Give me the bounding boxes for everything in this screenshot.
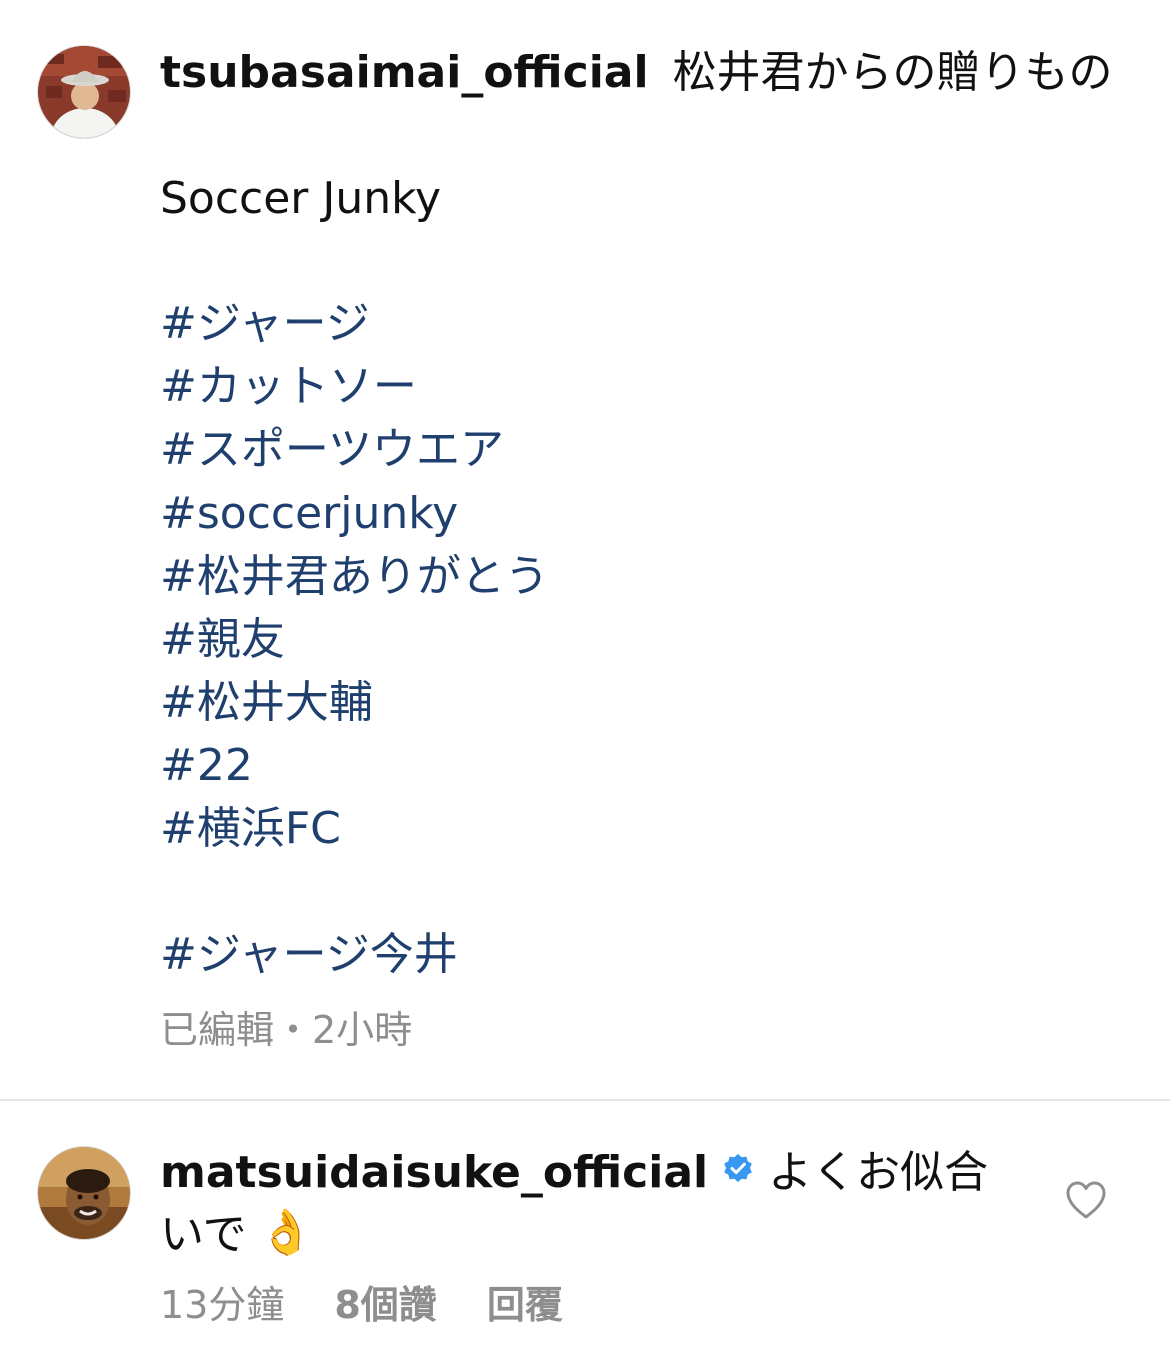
commenter-username[interactable]: matsuidaisuke_official — [160, 1147, 708, 1198]
hashtag-link[interactable]: #横浜FC — [160, 801, 341, 857]
comment-text-2: いで — [160, 1209, 247, 1260]
section-divider — [0, 1099, 1170, 1101]
ok-hand-icon: 👌 — [258, 1207, 314, 1258]
heart-outline-icon[interactable] — [1064, 1180, 1108, 1220]
hashtag-link[interactable]: #22 — [160, 738, 253, 794]
hashtag-link[interactable]: #松井大輔 — [160, 675, 373, 731]
caption-title: 松井君からの贈りもの — [672, 47, 1113, 98]
hashtag-link[interactable]: #ジャージ — [160, 296, 370, 352]
comment-meta: 13分鐘 8個讚 回覆 — [160, 1281, 613, 1329]
caption-header: tsubasaimai_official 松井君からの贈りもの — [160, 45, 1113, 101]
hashtag-link[interactable]: #soccerjunky — [160, 486, 458, 542]
comment-line-1: matsuidaisuke_official よくお似合 — [160, 1145, 988, 1203]
commenter-avatar[interactable] — [37, 1146, 131, 1240]
hashtag-link[interactable]: #ジャージ今井 — [160, 927, 458, 983]
hashtag-link[interactable]: #松井君ありがとう — [160, 549, 549, 605]
comment-text-1: よくお似合 — [768, 1147, 989, 1198]
post-meta: 已編輯・2小時 — [160, 1008, 413, 1052]
caption-body: Soccer Junky — [160, 173, 442, 224]
poster-username[interactable]: tsubasaimai_official — [160, 47, 649, 98]
poster-avatar[interactable] — [37, 45, 131, 139]
verified-badge-icon — [722, 1143, 754, 1199]
hashtag-link[interactable]: #スポーツウエア — [160, 422, 504, 478]
comment-time: 13分鐘 — [160, 1283, 285, 1327]
likes-count-button[interactable]: 8個讚 — [334, 1281, 436, 1329]
hashtag-link[interactable]: #親友 — [160, 612, 285, 668]
comment-line-2: いで 👌 — [160, 1207, 313, 1265]
reply-button[interactable]: 回覆 — [487, 1281, 563, 1329]
hashtag-link[interactable]: #カットソー — [160, 359, 417, 415]
